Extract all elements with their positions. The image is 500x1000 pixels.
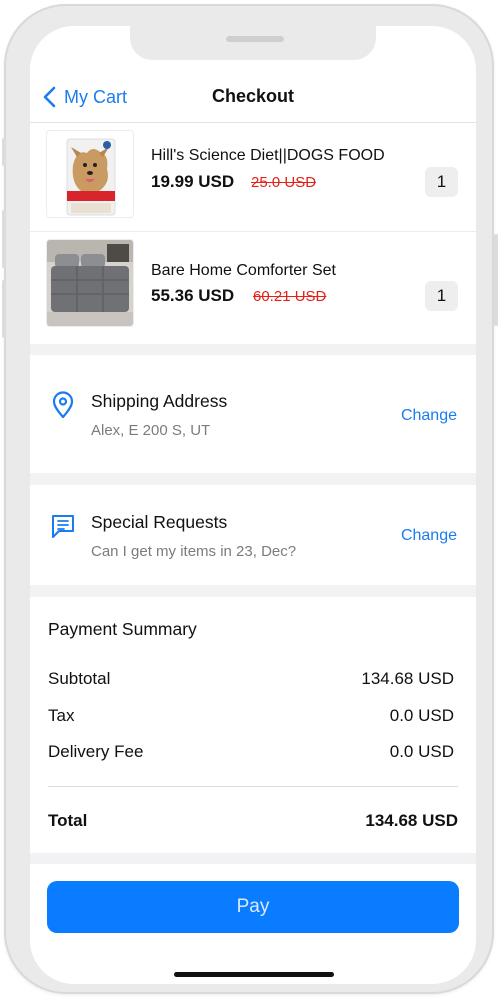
quantity-badge[interactable]: 1	[425, 167, 458, 197]
cart-item[interactable]: Bare Home Comforter Set 55.36 USD 60.21 …	[30, 232, 476, 344]
requests-value: Can I get my items in 23, Dec?	[91, 543, 296, 560]
payment-summary-section: Payment Summary Subtotal 134.68 USD Tax …	[30, 597, 476, 853]
mute-switch	[2, 138, 6, 166]
delivery-fee-label: Delivery Fee	[48, 742, 143, 762]
message-icon	[50, 512, 76, 540]
subtotal-value: 134.68 USD	[361, 669, 454, 689]
product-image-dog-food	[47, 131, 133, 217]
tax-value: 0.0 USD	[390, 706, 454, 726]
item-original-price: 60.21 USD	[253, 288, 326, 305]
pay-button[interactable]: Pay	[47, 881, 459, 933]
change-requests-button[interactable]: Change	[401, 527, 457, 545]
special-requests-section: Special Requests Can I get my items in 2…	[30, 485, 476, 585]
home-indicator[interactable]	[174, 972, 334, 977]
subtotal-label: Subtotal	[48, 669, 110, 689]
notch	[130, 26, 376, 60]
shipping-address-value: Alex, E 200 S, UT	[91, 422, 210, 439]
product-image-comforter	[47, 240, 133, 326]
item-name: Bare Home Comforter Set	[151, 262, 336, 280]
item-original-price: 25.0 USD	[251, 174, 316, 191]
change-shipping-button[interactable]: Change	[401, 407, 457, 425]
requests-title: Special Requests	[91, 512, 227, 533]
location-pin-icon	[50, 391, 76, 419]
summary-divider	[48, 786, 458, 787]
item-price: 55.36 USD	[151, 286, 234, 306]
shipping-title: Shipping Address	[91, 391, 227, 412]
payment-summary-title: Payment Summary	[48, 619, 197, 640]
cart-items-card: Hill's Science Diet||DOGS FOOD 19.99 USD…	[30, 123, 476, 343]
item-price: 19.99 USD	[151, 172, 234, 192]
total-label: Total	[48, 811, 87, 831]
cart-item[interactable]: Hill's Science Diet||DOGS FOOD 19.99 USD…	[30, 123, 476, 235]
power-button	[494, 234, 498, 326]
shipping-address-section: Shipping Address Alex, E 200 S, UT Chang…	[30, 355, 476, 473]
speaker	[226, 36, 284, 42]
volume-up-button	[2, 210, 6, 268]
page-title: Checkout	[30, 86, 476, 107]
item-name: Hill's Science Diet||DOGS FOOD	[151, 147, 385, 165]
phone-frame: My Cart Checkout	[4, 4, 494, 994]
tax-label: Tax	[48, 706, 74, 726]
quantity-badge[interactable]: 1	[425, 281, 458, 311]
delivery-fee-value: 0.0 USD	[390, 742, 454, 762]
total-value: 134.68 USD	[365, 811, 458, 831]
screen: My Cart Checkout	[30, 26, 476, 984]
pay-bar: Pay	[30, 864, 476, 984]
volume-down-button	[2, 280, 6, 338]
